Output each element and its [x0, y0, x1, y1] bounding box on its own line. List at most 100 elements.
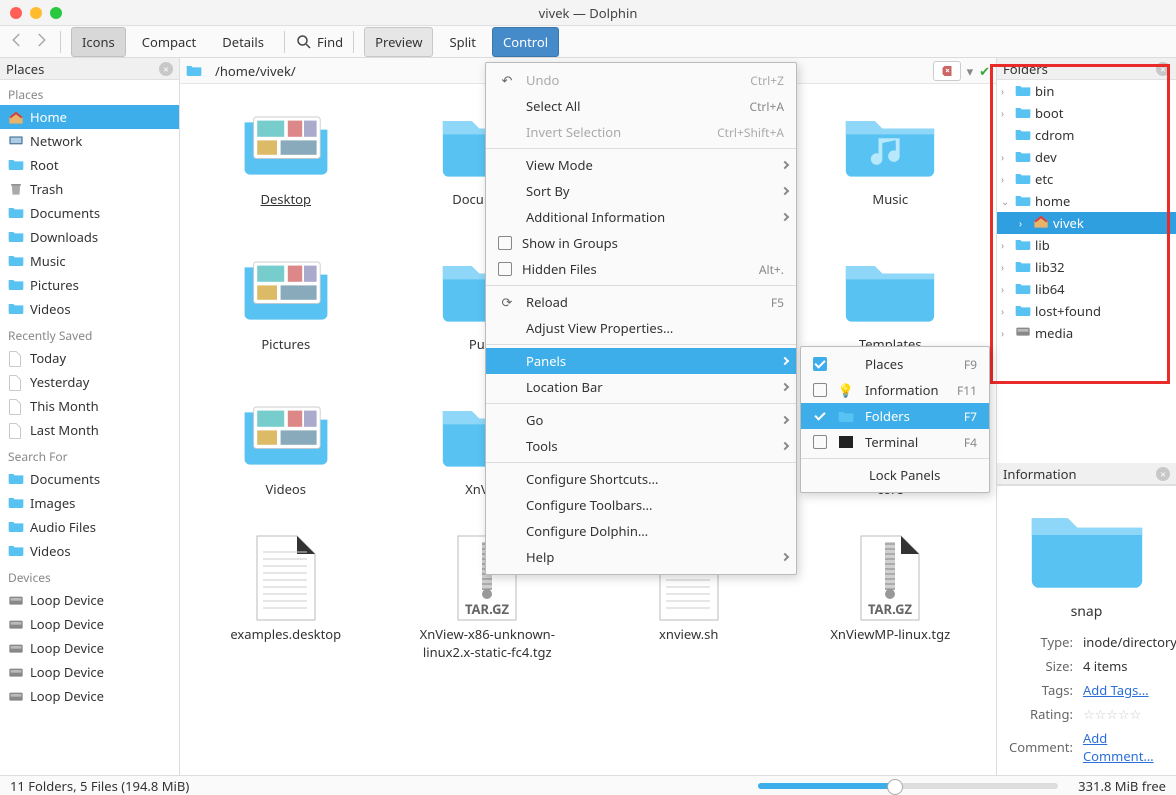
sidebar-item-network[interactable]: Network — [0, 129, 179, 153]
chevron-right-icon[interactable]: › — [1001, 238, 1011, 252]
sidebar-item-root[interactable]: Root — [0, 153, 179, 177]
menu-item-terminal[interactable]: TerminalF4 — [801, 429, 989, 455]
forward-button[interactable] — [32, 31, 50, 53]
tree-item-media[interactable]: ›media — [997, 322, 1176, 344]
control-button[interactable]: Control — [492, 27, 559, 57]
sidebar-item-videos[interactable]: Videos — [0, 297, 179, 321]
view-icons-button[interactable]: Icons — [71, 27, 126, 57]
sidebar-item-loop-device[interactable]: Loop Device — [0, 684, 179, 708]
menu-item-lock-panels[interactable]: Lock Panels — [801, 462, 989, 488]
sidebar-item-videos[interactable]: Videos — [0, 539, 179, 563]
tree-item-lib[interactable]: ›lib — [997, 234, 1176, 256]
preview-button[interactable]: Preview — [364, 27, 433, 57]
menu-item-configure-dolphin-[interactable]: Configure Dolphin… — [486, 518, 796, 544]
sidebar-item-documents[interactable]: Documents — [0, 201, 179, 225]
menu-item-hidden-files[interactable]: Hidden FilesAlt+. — [486, 256, 796, 282]
tree-item-dev[interactable]: ›dev — [997, 146, 1176, 168]
sidebar-item-today[interactable]: Today — [0, 346, 179, 370]
add-tags-link[interactable]: Add Tags… — [1083, 681, 1149, 699]
tree-item-bin[interactable]: ›bin — [997, 80, 1176, 102]
sidebar-item-home[interactable]: Home — [0, 105, 179, 129]
tree-item-etc[interactable]: ›etc — [997, 168, 1176, 190]
sidebar-item-music[interactable]: Music — [0, 249, 179, 273]
zoom-slider[interactable] — [758, 783, 1058, 789]
close-window-button[interactable] — [10, 7, 22, 19]
menu-item-panels[interactable]: Panels — [486, 348, 796, 374]
sidebar-item-last-month[interactable]: Last Month — [0, 418, 179, 442]
sidebar-item-audio-files[interactable]: Audio Files — [0, 515, 179, 539]
tree-item-lost+found[interactable]: ›lost+found — [997, 300, 1176, 322]
location-clear[interactable] — [933, 61, 961, 81]
menu-item-configure-shortcuts-[interactable]: Configure Shortcuts… — [486, 466, 796, 492]
menu-item-places[interactable]: PlacesF9 — [801, 351, 989, 377]
sidebar-item-loop-device[interactable]: Loop Device — [0, 612, 179, 636]
grid-item[interactable]: Music — [805, 104, 975, 209]
grid-item[interactable]: TAR.GZXnViewMP-linux.tgz — [805, 539, 975, 662]
sidebar-item-images[interactable]: Images — [0, 491, 179, 515]
split-button[interactable]: Split — [439, 28, 486, 56]
tree-item-boot[interactable]: ›boot — [997, 102, 1176, 124]
grid-item[interactable]: Templates — [805, 249, 975, 354]
chevron-right-icon[interactable]: › — [1001, 326, 1011, 340]
sidebar-item-loop-device[interactable]: Loop Device — [0, 660, 179, 684]
find-button[interactable]: Find — [295, 33, 343, 51]
folder-icon — [1015, 126, 1031, 144]
menu-item-view-mode[interactable]: View Mode — [486, 152, 796, 178]
chevron-right-icon[interactable]: › — [1001, 260, 1011, 274]
check-icon[interactable]: ✔ — [979, 62, 990, 80]
sidebar-item-trash[interactable]: Trash — [0, 177, 179, 201]
menu-item-location-bar[interactable]: Location Bar — [486, 374, 796, 400]
menu-item-configure-toolbars-[interactable]: Configure Toolbars… — [486, 492, 796, 518]
menu-item-folders[interactable]: FoldersF7 — [801, 403, 989, 429]
sidebar-item-loop-device[interactable]: Loop Device — [0, 588, 179, 612]
view-details-button[interactable]: Details — [212, 28, 274, 56]
chevron-right-icon[interactable]: › — [1001, 304, 1011, 318]
menu-item-information[interactable]: 💡InformationF11 — [801, 377, 989, 403]
chevron-right-icon[interactable]: › — [1001, 282, 1011, 296]
chevron-right-icon[interactable]: › — [1019, 216, 1029, 230]
minimize-window-button[interactable] — [30, 7, 42, 19]
view-compact-button[interactable]: Compact — [132, 28, 206, 56]
menu-item-additional-information[interactable]: Additional Information — [486, 204, 796, 230]
grid-item[interactable]: examples.desktop — [201, 539, 371, 662]
net-icon — [8, 134, 24, 148]
chevron-right-icon[interactable]: › — [1001, 172, 1011, 186]
grid-item[interactable]: Desktop — [201, 104, 371, 209]
close-icon[interactable]: × — [1156, 467, 1170, 481]
tree-item-lib32[interactable]: ›lib32 — [997, 256, 1176, 278]
sidebar-item-downloads[interactable]: Downloads — [0, 225, 179, 249]
sidebar-item-this-month[interactable]: This Month — [0, 394, 179, 418]
chevron-right-icon[interactable]: › — [1001, 106, 1011, 120]
chevron-down-icon[interactable]: ⌄ — [1001, 194, 1011, 208]
menu-item-sort-by[interactable]: Sort By — [486, 178, 796, 204]
add-comment-link[interactable]: Add Comment… — [1083, 729, 1154, 765]
folder-icon — [8, 302, 24, 316]
close-icon[interactable]: × — [1156, 62, 1170, 76]
sidebar-item-documents[interactable]: Documents — [0, 467, 179, 491]
item-icon — [8, 665, 24, 679]
rating-stars[interactable]: ☆☆☆☆☆ — [1079, 703, 1176, 725]
chevron-down-icon[interactable]: ▾ — [967, 62, 974, 80]
menu-item-show-in-groups[interactable]: Show in Groups — [486, 230, 796, 256]
sidebar-item-loop-device[interactable]: Loop Device — [0, 636, 179, 660]
tree-item-vivek[interactable]: ›vivek — [997, 212, 1176, 234]
sidebar-item-yesterday[interactable]: Yesterday — [0, 370, 179, 394]
menu-item-adjust-view-properties-[interactable]: Adjust View Properties… — [486, 315, 796, 341]
grid-item[interactable]: Pictures — [201, 249, 371, 354]
close-icon[interactable]: × — [159, 62, 173, 76]
chevron-right-icon[interactable]: › — [1001, 150, 1011, 164]
menu-item-go[interactable]: Go — [486, 407, 796, 433]
tree-item-home[interactable]: ⌄home — [997, 190, 1176, 212]
menu-item-reload[interactable]: ⟳ReloadF5 — [486, 289, 796, 315]
menu-item-tools[interactable]: Tools — [486, 433, 796, 459]
tree-item-lib64[interactable]: ›lib64 — [997, 278, 1176, 300]
menu-item-select-all[interactable]: Select AllCtrl+A — [486, 93, 796, 119]
menu-item-help[interactable]: Help — [486, 544, 796, 570]
tree-item-cdrom[interactable]: cdrom — [997, 124, 1176, 146]
maximize-window-button[interactable] — [50, 7, 62, 19]
back-button[interactable] — [8, 31, 26, 53]
chevron-right-icon[interactable]: › — [1001, 84, 1011, 98]
sidebar-item-pictures[interactable]: Pictures — [0, 273, 179, 297]
grid-item[interactable]: Videos — [201, 394, 371, 499]
item-icon — [8, 496, 24, 510]
